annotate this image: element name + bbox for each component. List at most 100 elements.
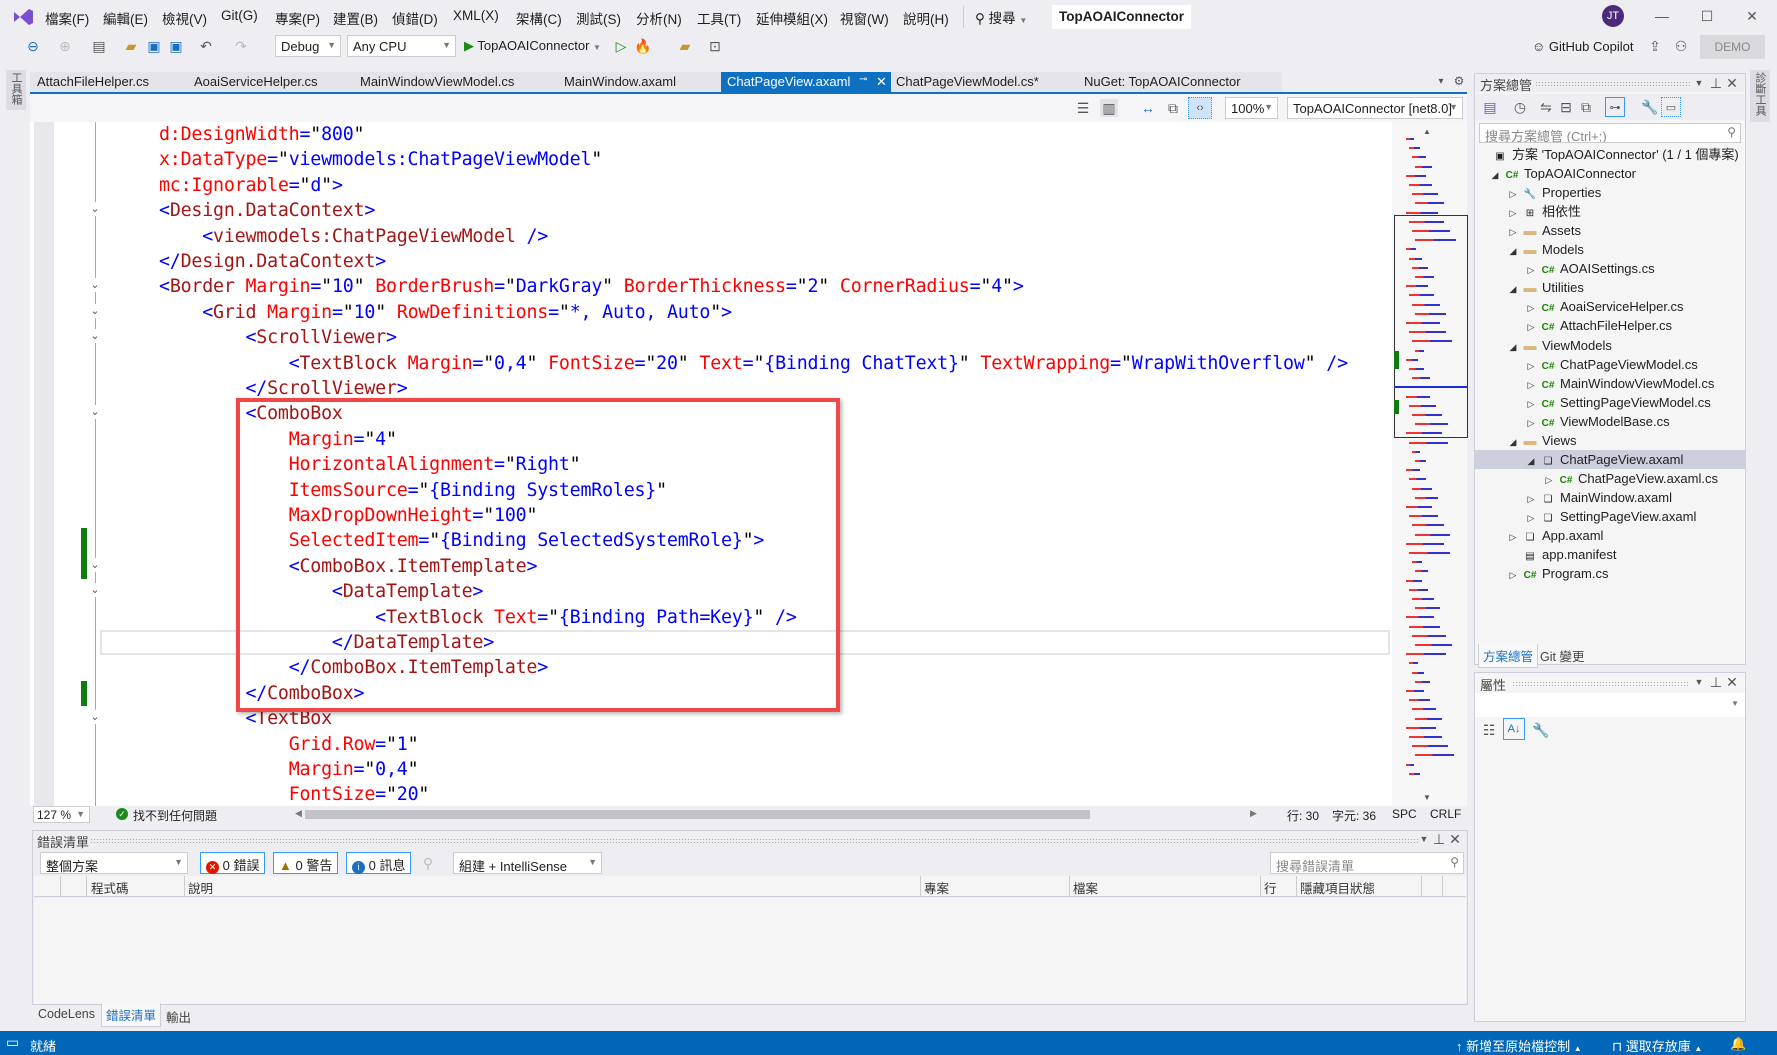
tree-item[interactable]: ▷ C# AttachFileHelper.cs (1475, 316, 1745, 335)
property-pages-icon[interactable]: 🔧 (1531, 720, 1551, 740)
switch-views-icon[interactable]: ▤ (1481, 98, 1499, 116)
messages-filter-button[interactable]: i 0 訊息 (346, 852, 412, 874)
panel-grip[interactable] (90, 838, 1420, 843)
code-line[interactable]: mc:Ignorable="d"> (159, 173, 343, 198)
tree-item[interactable]: ▷ C# Program.cs (1475, 564, 1745, 583)
tree-item[interactable]: ◢ ❏ ChatPageView.axaml (1475, 449, 1745, 469)
tree-item[interactable]: ▷ ❏ MainWindow.axaml (1475, 488, 1745, 507)
tree-item[interactable]: ▷ C# SettingPageViewModel.cs (1475, 393, 1745, 412)
start-debugging-button[interactable]: ▶ TopAOAIConnector ▼ (464, 38, 601, 54)
close-tab-icon[interactable]: ✕ (876, 74, 887, 90)
swap-panes-icon[interactable]: ↔ (1139, 99, 1157, 117)
column-divider[interactable] (1442, 876, 1443, 896)
tree-item[interactable]: ▷ ▬ Assets (1475, 221, 1745, 240)
column-divider[interactable] (86, 876, 87, 896)
fold-chevron-icon[interactable]: ⌄ (88, 557, 102, 572)
demo-button[interactable]: DEMO (1700, 35, 1765, 59)
open-folder-icon[interactable]: ▰ (122, 37, 140, 55)
horizontal-scrollbar[interactable] (305, 810, 1280, 819)
search-button[interactable]: ⚲ 搜尋 ▼ (975, 7, 1027, 27)
minimize-icon[interactable]: — (1650, 6, 1674, 26)
code-line[interactable]: </Design.DataContext> (159, 249, 386, 274)
panel-menu-icon[interactable]: ▼ (1693, 76, 1705, 90)
column-project[interactable]: 專案 (924, 878, 949, 897)
column-divider[interactable] (60, 876, 61, 896)
tab-git-changes[interactable]: Git 變更 (1540, 646, 1584, 665)
bottom-tab-error-list[interactable]: 錯誤清單 (101, 1003, 162, 1027)
window-layout-icon[interactable]: ⊡ (706, 37, 724, 55)
code-line[interactable]: x:DataType="viewmodels:ChatPageViewModel… (159, 147, 602, 172)
redo-icon[interactable]: ↷ (232, 37, 250, 55)
forward-icon[interactable]: ⊕ (56, 37, 74, 55)
panel-menu-icon[interactable]: ▼ (1418, 832, 1430, 846)
scroll-left-icon[interactable]: ◀ (295, 808, 302, 819)
tab-solution-explorer[interactable]: 方案總管 (1478, 644, 1539, 668)
column-file[interactable]: 檔案 (1073, 878, 1098, 897)
tree-item[interactable]: ▷ C# ViewModelBase.cs (1475, 412, 1745, 431)
github-copilot-button[interactable]: ☺ GitHub Copilot (1532, 39, 1633, 54)
close-panel-icon[interactable]: ✕ (1449, 831, 1461, 847)
menu-help[interactable]: 說明(H) (903, 8, 949, 28)
scroll-up-icon[interactable]: ▲ (1420, 126, 1434, 136)
tree-item[interactable]: ▷ C# MainWindowViewModel.cs (1475, 374, 1745, 393)
column-divider[interactable] (1069, 876, 1070, 896)
close-icon[interactable]: ✕ (1740, 6, 1764, 26)
menu-project[interactable]: 專案(P) (275, 8, 320, 28)
menu-git[interactable]: Git(G) (221, 8, 258, 23)
minimap-scrollbar[interactable]: ▲ ▼ (1392, 122, 1468, 806)
menu-file[interactable]: 檔案(F) (45, 8, 89, 28)
line-indicator[interactable]: 行: 30 (1287, 807, 1319, 824)
fold-chevron-icon[interactable]: ⌄ (88, 329, 102, 344)
toolbox-strip[interactable]: 工具箱 (6, 70, 26, 110)
tab-chatpageview[interactable]: ChatPageView.axaml ⊸ ✕ (721, 72, 891, 92)
tab-aoaiservicehelper[interactable]: AoaiServiceHelper.cs (194, 72, 318, 92)
select-repository-button[interactable]: ⊓ 選取存放庫 ▲ (1612, 1036, 1702, 1055)
start-without-debugging-icon[interactable]: ▷ (612, 37, 630, 55)
column-divider[interactable] (1260, 876, 1261, 896)
tree-item[interactable]: ▷ C# AOAISettings.cs (1475, 259, 1745, 278)
save-icon[interactable]: ▣ (145, 37, 163, 55)
column-divider[interactable] (1296, 876, 1297, 896)
code-line[interactable]: d:DesignWidth="800" (159, 122, 365, 147)
column-code[interactable]: 程式碼 (91, 878, 129, 897)
tree-item[interactable]: ▷ 🔧 Properties (1475, 183, 1745, 202)
share-icon[interactable]: ⇪ (1646, 37, 1664, 55)
code-line[interactable]: <Design.DataContext> (159, 198, 375, 223)
tab-mainwindowviewmodel[interactable]: MainWindowViewModel.cs (360, 72, 514, 92)
minimap-viewport[interactable] (1394, 215, 1468, 438)
column-divider[interactable] (920, 876, 921, 896)
tab-mainwindow[interactable]: MainWindow.axaml (564, 72, 676, 92)
tree-item[interactable]: ◢ ▬ Models (1475, 240, 1745, 259)
properties-object-select[interactable]: ▼ (1475, 693, 1745, 717)
char-indicator[interactable]: 字元: 36 (1332, 807, 1376, 824)
properties-wrench-icon[interactable]: 🔧 (1641, 98, 1659, 116)
scroll-right-icon[interactable]: ▶ (1250, 808, 1257, 819)
bottom-tab-codelens[interactable]: CodeLens (38, 1005, 95, 1023)
preview-icon[interactable]: ⊶ (1605, 97, 1625, 117)
menu-architecture[interactable]: 架構(C) (516, 8, 562, 28)
pending-changes-icon[interactable]: ▭ (1661, 97, 1681, 117)
panel-menu-icon[interactable]: ▼ (1693, 675, 1705, 689)
eol-indicator[interactable]: CRLF (1430, 807, 1461, 821)
column-description[interactable]: 說明 (188, 878, 213, 897)
fold-chevron-icon[interactable]: ⌄ (88, 405, 102, 420)
xaml-view-icon[interactable]: ‹› (1188, 97, 1212, 119)
maximize-icon[interactable]: ☐ (1695, 6, 1719, 26)
menu-window[interactable]: 視窗(W) (840, 8, 889, 28)
tab-list-dropdown-icon[interactable]: ▾ (1434, 74, 1448, 88)
tree-item[interactable]: ▷ ⊞ 相依性 (1475, 202, 1745, 221)
pin-icon[interactable]: ⊸ (859, 74, 867, 85)
fold-chevron-icon[interactable]: ⌄ (88, 583, 102, 598)
pin-icon[interactable]: ⊥ (1710, 75, 1722, 91)
column-divider[interactable] (1421, 876, 1422, 896)
find-in-files-icon[interactable]: ▰ (676, 37, 694, 55)
platform-select[interactable]: Any CPU ▼ (347, 35, 456, 57)
code-line[interactable]: FontSize="20" (159, 782, 430, 806)
code-line[interactable]: <viewmodels:ChatPageViewModel /> (159, 224, 548, 249)
menu-build[interactable]: 建置(B) (333, 8, 378, 28)
undo-icon[interactable]: ↶ (197, 37, 215, 55)
collapse-pane-icon[interactable]: ⧉ (1164, 99, 1182, 117)
tab-nuget[interactable]: NuGet: TopAOAIConnector (1084, 72, 1241, 92)
bottom-tab-output[interactable]: 輸出 (166, 1005, 191, 1028)
back-icon[interactable]: ⊖ (24, 37, 42, 55)
